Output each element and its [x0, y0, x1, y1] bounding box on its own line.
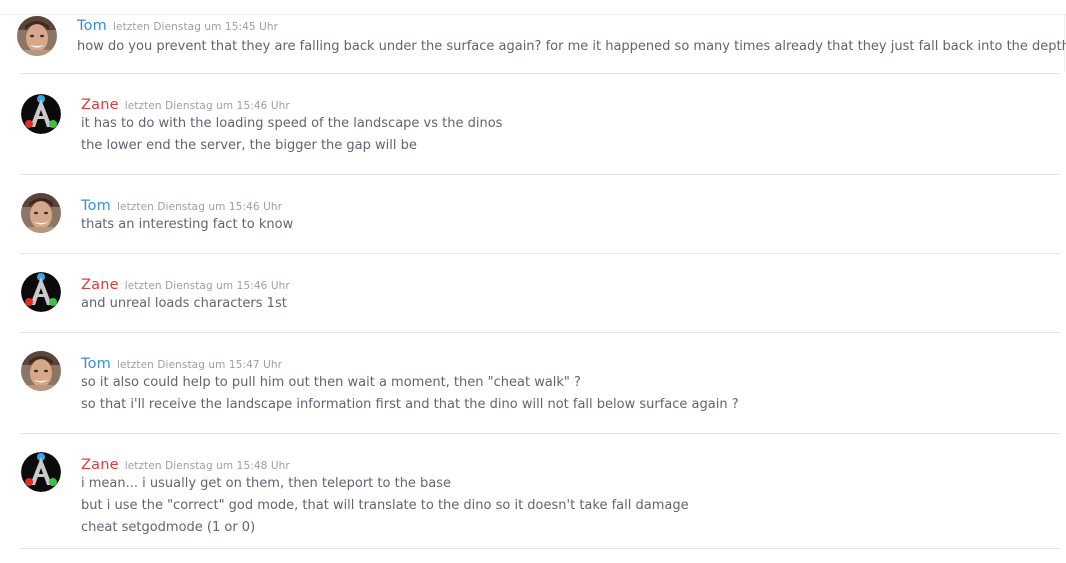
message-body: i mean... i usually get on them, then te…	[81, 473, 689, 539]
avatar[interactable]	[21, 193, 61, 233]
message-line: how do you prevent that they are falling…	[77, 39, 1066, 54]
message-divider	[20, 73, 1060, 74]
avatar[interactable]	[21, 272, 61, 312]
timestamp: letzten Dienstag um 15:48 Uhr	[124, 460, 290, 472]
tom-avatar-icon	[17, 16, 57, 56]
timestamp: letzten Dienstag um 15:46 Uhr	[124, 280, 290, 292]
author-name[interactable]: Zane	[81, 97, 119, 113]
message-group: Tom letzten Dienstag um 15:45 Uhr how do …	[17, 15, 1066, 73]
author-name[interactable]: Zane	[81, 457, 119, 473]
message-line: so that i'll receive the landscape infor…	[81, 397, 739, 412]
author-name[interactable]: Tom	[77, 18, 107, 34]
message-line: so it also could help to pull him out th…	[81, 375, 581, 390]
message-line: cheat setgodmode (1 or 0)	[81, 520, 256, 535]
message-header: Tom letzten Dienstag um 15:46 Uhr	[81, 195, 282, 214]
ark-logo-avatar-icon	[21, 94, 61, 134]
message-header: Zane letzten Dienstag um 15:48 Uhr	[81, 454, 290, 473]
message-line: but i use the "correct" god mode, that w…	[81, 498, 689, 513]
message-body: how do you prevent that they are falling…	[77, 36, 1066, 58]
tom-avatar-icon	[21, 351, 61, 391]
tom-avatar-icon	[21, 193, 61, 233]
ark-logo-avatar-icon	[21, 272, 61, 312]
author-name[interactable]: Tom	[81, 356, 111, 372]
message-group: Tom letzten Dienstag um 15:46 Uhr thats a…	[20, 193, 1060, 253]
message-body: so it also could help to pull him out th…	[81, 372, 739, 416]
author-name[interactable]: Zane	[81, 277, 119, 293]
message-divider	[20, 433, 1060, 434]
message-divider	[20, 548, 1060, 549]
timestamp: letzten Dienstag um 15:46 Uhr	[117, 201, 283, 213]
message-group: Tom letzten Dienstag um 15:47 Uhr so it a…	[20, 351, 1060, 433]
message-body: it has to do with the loading speed of t…	[81, 113, 502, 157]
message-header: Tom letzten Dienstag um 15:45 Uhr	[77, 15, 278, 34]
avatar[interactable]	[21, 94, 61, 134]
message-line: and unreal loads characters 1st	[81, 296, 287, 311]
timestamp: letzten Dienstag um 15:45 Uhr	[113, 21, 279, 33]
timestamp: letzten Dienstag um 15:46 Uhr	[124, 100, 290, 112]
message-group: Zane letzten Dienstag um 15:46 Uhr and un…	[20, 272, 1060, 332]
message-divider	[20, 174, 1060, 175]
message-line: i mean... i usually get on them, then te…	[81, 476, 452, 491]
timestamp: letzten Dienstag um 15:47 Uhr	[117, 359, 283, 371]
ark-logo-avatar-icon	[21, 452, 61, 492]
message-line: the lower end the server, the bigger the…	[81, 138, 417, 153]
author-name[interactable]: Tom	[81, 198, 111, 214]
message-body: thats an interesting fact to know	[81, 214, 293, 236]
avatar[interactable]	[17, 16, 57, 56]
message-header: Tom letzten Dienstag um 15:47 Uhr	[81, 353, 282, 372]
avatar[interactable]	[21, 452, 61, 492]
message-group: Zane letzten Dienstag um 15:48 Uhr i mean…	[20, 452, 1060, 548]
message-line: it has to do with the loading speed of t…	[81, 116, 503, 131]
message-header: Zane letzten Dienstag um 15:46 Uhr	[81, 94, 290, 113]
message-divider	[20, 253, 1060, 254]
avatar[interactable]	[21, 351, 61, 391]
message-divider	[20, 332, 1060, 333]
message-header: Zane letzten Dienstag um 15:46 Uhr	[81, 274, 290, 293]
message-group: Zane letzten Dienstag um 15:46 Uhr it has…	[20, 94, 1060, 174]
message-line: thats an interesting fact to know	[81, 217, 294, 232]
message-body: and unreal loads characters 1st	[81, 293, 287, 315]
